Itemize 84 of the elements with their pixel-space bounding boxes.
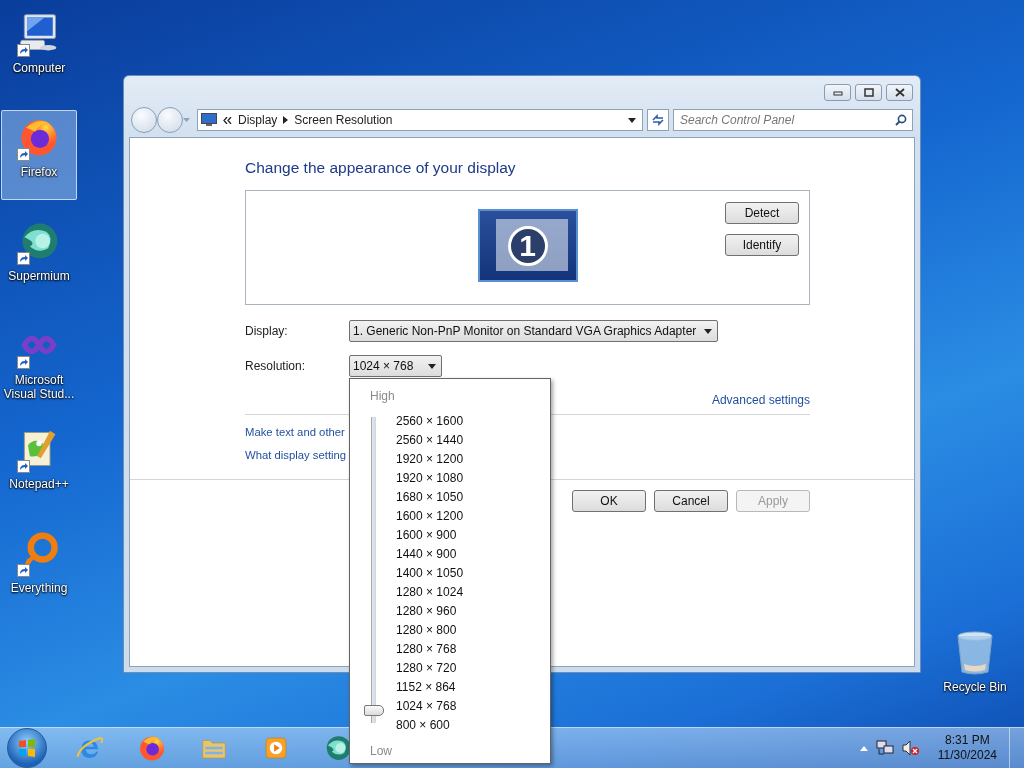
desktop-icon[interactable]: Microsoft Visual Stud...: [1, 318, 77, 408]
desktop-icon-label: Notepad++: [8, 477, 70, 491]
slider-end-label: High: [370, 389, 395, 403]
close-icon: [894, 88, 905, 97]
resolution-option[interactable]: 1680 × 1050: [396, 488, 464, 507]
resolution-option[interactable]: 1920 × 1080: [396, 469, 464, 488]
page-heading: Change the appearance of your display: [245, 159, 517, 177]
resolution-option[interactable]: 800 × 600: [396, 716, 464, 735]
help-link[interactable]: What display setting: [245, 449, 347, 461]
shortcut-arrow-icon: [17, 44, 30, 57]
dialog-button[interactable]: Cancel: [654, 490, 728, 512]
desktop-icon-label: Microsoft Visual Stud...: [2, 373, 76, 401]
identify-button[interactable]: Identify: [725, 234, 799, 256]
address-bar[interactable]: Display Screen Resolution: [197, 109, 643, 131]
taskbar-clock[interactable]: 8:31 PM 11/30/2024: [937, 733, 997, 763]
search-icon: [895, 114, 907, 126]
desktop-icon[interactable]: Computer: [1, 6, 77, 96]
monitor-thumbnail[interactable]: 1: [477, 209, 578, 282]
dialog-button[interactable]: OK: [572, 490, 646, 512]
resolution-option[interactable]: 1920 × 1200: [396, 450, 464, 469]
field-label: Resolution:: [245, 359, 307, 373]
refresh-button[interactable]: [647, 109, 669, 131]
resolution-option[interactable]: 1600 × 900: [396, 526, 464, 545]
detect-button[interactable]: Detect: [725, 202, 799, 224]
desktop-icon[interactable]: Everything: [1, 526, 77, 616]
minimize-icon: [832, 89, 843, 96]
minimize-button[interactable]: [824, 84, 851, 101]
start-button[interactable]: [7, 728, 47, 768]
speaker-muted-icon[interactable]: [901, 740, 920, 756]
desktop-icon[interactable]: Supermium: [1, 214, 77, 304]
dropdown-arrow-icon: [628, 117, 636, 123]
resolution-option[interactable]: 1024 × 768: [396, 697, 464, 716]
maximize-button[interactable]: [855, 84, 882, 101]
shortcut-arrow-icon: [17, 460, 30, 473]
desktop-icon-label: Firefox: [19, 165, 59, 179]
desktop-icon-label: Computer: [11, 61, 67, 75]
shortcut-arrow-icon: [17, 564, 30, 577]
forward-button[interactable]: [157, 107, 183, 133]
recycle-bin-icon: [955, 630, 995, 676]
resolution-option[interactable]: 1152 × 864: [396, 678, 464, 697]
monitor-icon: [201, 113, 217, 127]
resolution-option[interactable]: 1280 × 800: [396, 621, 464, 640]
dropdown-arrow-icon: [428, 363, 436, 369]
resolution-option[interactable]: 1400 × 1050: [396, 564, 464, 583]
shortcut-arrow-icon: [17, 356, 30, 369]
desktop-icon-label: Everything: [9, 581, 69, 595]
resolution-option[interactable]: 1280 × 720: [396, 659, 464, 678]
help-link[interactable]: Make text and other: [245, 426, 345, 438]
slider-thumb[interactable]: [364, 705, 384, 716]
dropdown-arrow-icon: [704, 328, 713, 334]
clock-date: 11/30/2024: [937, 748, 997, 763]
close-button[interactable]: [886, 84, 913, 101]
display-dropdown[interactable]: 1. Generic Non-PnP Monitor on Standard VGA Graphics Adapter: [349, 320, 719, 342]
resolution-option[interactable]: 2560 × 1600: [396, 412, 464, 431]
resolution-option[interactable]: 1440 × 900: [396, 545, 464, 564]
windows-logo-icon: [18, 739, 36, 757]
desktop-icon[interactable]: Recycle Bin: [937, 630, 1013, 694]
advanced-settings-link[interactable]: Advanced settings: [711, 393, 810, 407]
desktop-icon-label: Supermium: [7, 269, 71, 283]
resolution-option[interactable]: 1280 × 1024: [396, 583, 464, 602]
clock-time: 8:31 PM: [945, 733, 990, 748]
shortcut-arrow-icon: [17, 148, 30, 161]
breadcrumb-arrow-icon: [283, 116, 289, 124]
breadcrumb-item[interactable]: Display: [238, 113, 278, 127]
back-button[interactable]: [131, 107, 157, 133]
monitor-number: 1: [507, 225, 548, 266]
slider-end-label: Low: [370, 744, 392, 758]
restore-icon: [863, 88, 874, 97]
tray-caret-icon[interactable]: [859, 745, 868, 751]
refresh-arrows-icon: [651, 114, 665, 126]
resolution-option[interactable]: 1600 × 1200: [396, 507, 464, 526]
search-field[interactable]: Search Control Panel: [673, 109, 913, 131]
resolution-option[interactable]: 1280 × 768: [396, 640, 464, 659]
desktop-icon[interactable]: Notepad++: [1, 422, 77, 512]
resolution-option[interactable]: 2560 × 1440: [396, 431, 464, 450]
network-icon[interactable]: [875, 740, 894, 756]
resolution-dropdown[interactable]: 1024 × 768: [349, 355, 442, 377]
chevrons-icon: [223, 116, 232, 124]
caret-icon: [183, 118, 190, 122]
field-label: Display:: [245, 324, 289, 338]
resolution-option[interactable]: 1280 × 960: [396, 602, 464, 621]
desktop-icon-label: Recycle Bin: [942, 680, 1008, 694]
breadcrumb-item[interactable]: Screen Resolution: [294, 113, 393, 127]
shortcut-arrow-icon: [17, 252, 30, 265]
